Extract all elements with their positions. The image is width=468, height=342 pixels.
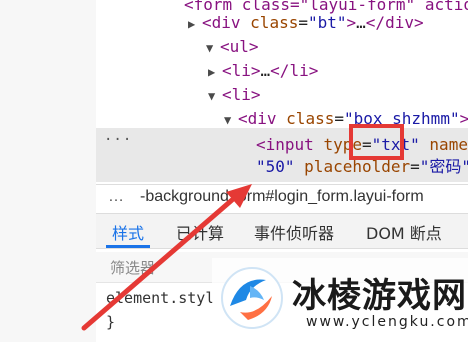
code-token: > <box>459 109 468 128</box>
code-token: "bt" <box>307 13 347 32</box>
code-token: "50" <box>256 157 295 176</box>
code-token: </div> <box>365 13 424 32</box>
tab-computed[interactable]: 已计算 <box>176 220 224 244</box>
expand-right-icon[interactable]: ▶ <box>208 61 222 83</box>
code-token: class <box>250 13 299 32</box>
expand-down-icon[interactable]: ▼ <box>206 37 220 59</box>
watermark-url: www.yclengku.com <box>306 314 468 330</box>
element-style-close: } <box>106 313 116 331</box>
code-token: <ul> <box>220 37 259 56</box>
watermark-title: 冰棱游戏网 <box>292 276 467 316</box>
element-style-selector[interactable]: element.styl <box>106 289 214 307</box>
code-token: = <box>298 13 308 32</box>
code-token: = <box>334 109 344 128</box>
left-gutter <box>0 0 96 342</box>
styles-tabs: 样式 已计算 事件侦听器 DOM 断点 <box>96 214 468 249</box>
code-token: … <box>260 61 271 80</box>
code-token: … <box>356 13 366 32</box>
code-token: </li> <box>270 61 319 80</box>
active-tab-indicator <box>106 245 150 248</box>
tab-styles[interactable]: 样式 <box>112 220 144 244</box>
tab-dom-breakpoints[interactable]: DOM 断点 <box>366 220 442 244</box>
dom-node-line[interactable]: ▼ <li> <box>208 84 261 106</box>
tab-event-listeners[interactable]: 事件侦听器 <box>254 220 334 244</box>
dom-node-line[interactable]: ▼ <div class="box shzhmm"> <box>224 108 468 130</box>
dom-node-line[interactable]: ▶ <div class="bt">…</div> <box>188 12 424 34</box>
code-token: <li> <box>222 85 261 104</box>
watermark-logo-icon <box>221 267 283 329</box>
code-token: <li> <box>222 61 261 80</box>
breadcrumb: … -background form#login_form.layui-form <box>96 184 468 214</box>
code-token: <input <box>256 135 324 154</box>
code-token: > <box>346 13 357 32</box>
code-token: name <box>429 135 468 154</box>
code-token: class <box>286 109 335 128</box>
breadcrumb-overflow[interactable]: … <box>108 188 124 206</box>
code-token: = <box>410 157 420 176</box>
type-value-highlight <box>349 124 404 160</box>
code-token: "密码" <box>419 157 468 176</box>
selected-node-menu-dots[interactable]: ··· <box>104 132 132 148</box>
code-token: <div <box>238 109 287 128</box>
dom-node-line[interactable]: ▶ <li>…</li> <box>208 60 318 82</box>
code-token: <div <box>202 13 251 32</box>
breadcrumb-path[interactable]: -background form#login_form.layui-form <box>140 188 424 206</box>
expand-down-icon[interactable]: ▼ <box>208 85 222 107</box>
dom-node-line[interactable]: ▼ <ul> <box>206 36 259 58</box>
expand-down-icon[interactable]: ▼ <box>224 109 238 131</box>
filter-input[interactable]: 筛选器 <box>110 257 155 278</box>
expand-right-icon[interactable]: ▶ <box>188 13 202 35</box>
